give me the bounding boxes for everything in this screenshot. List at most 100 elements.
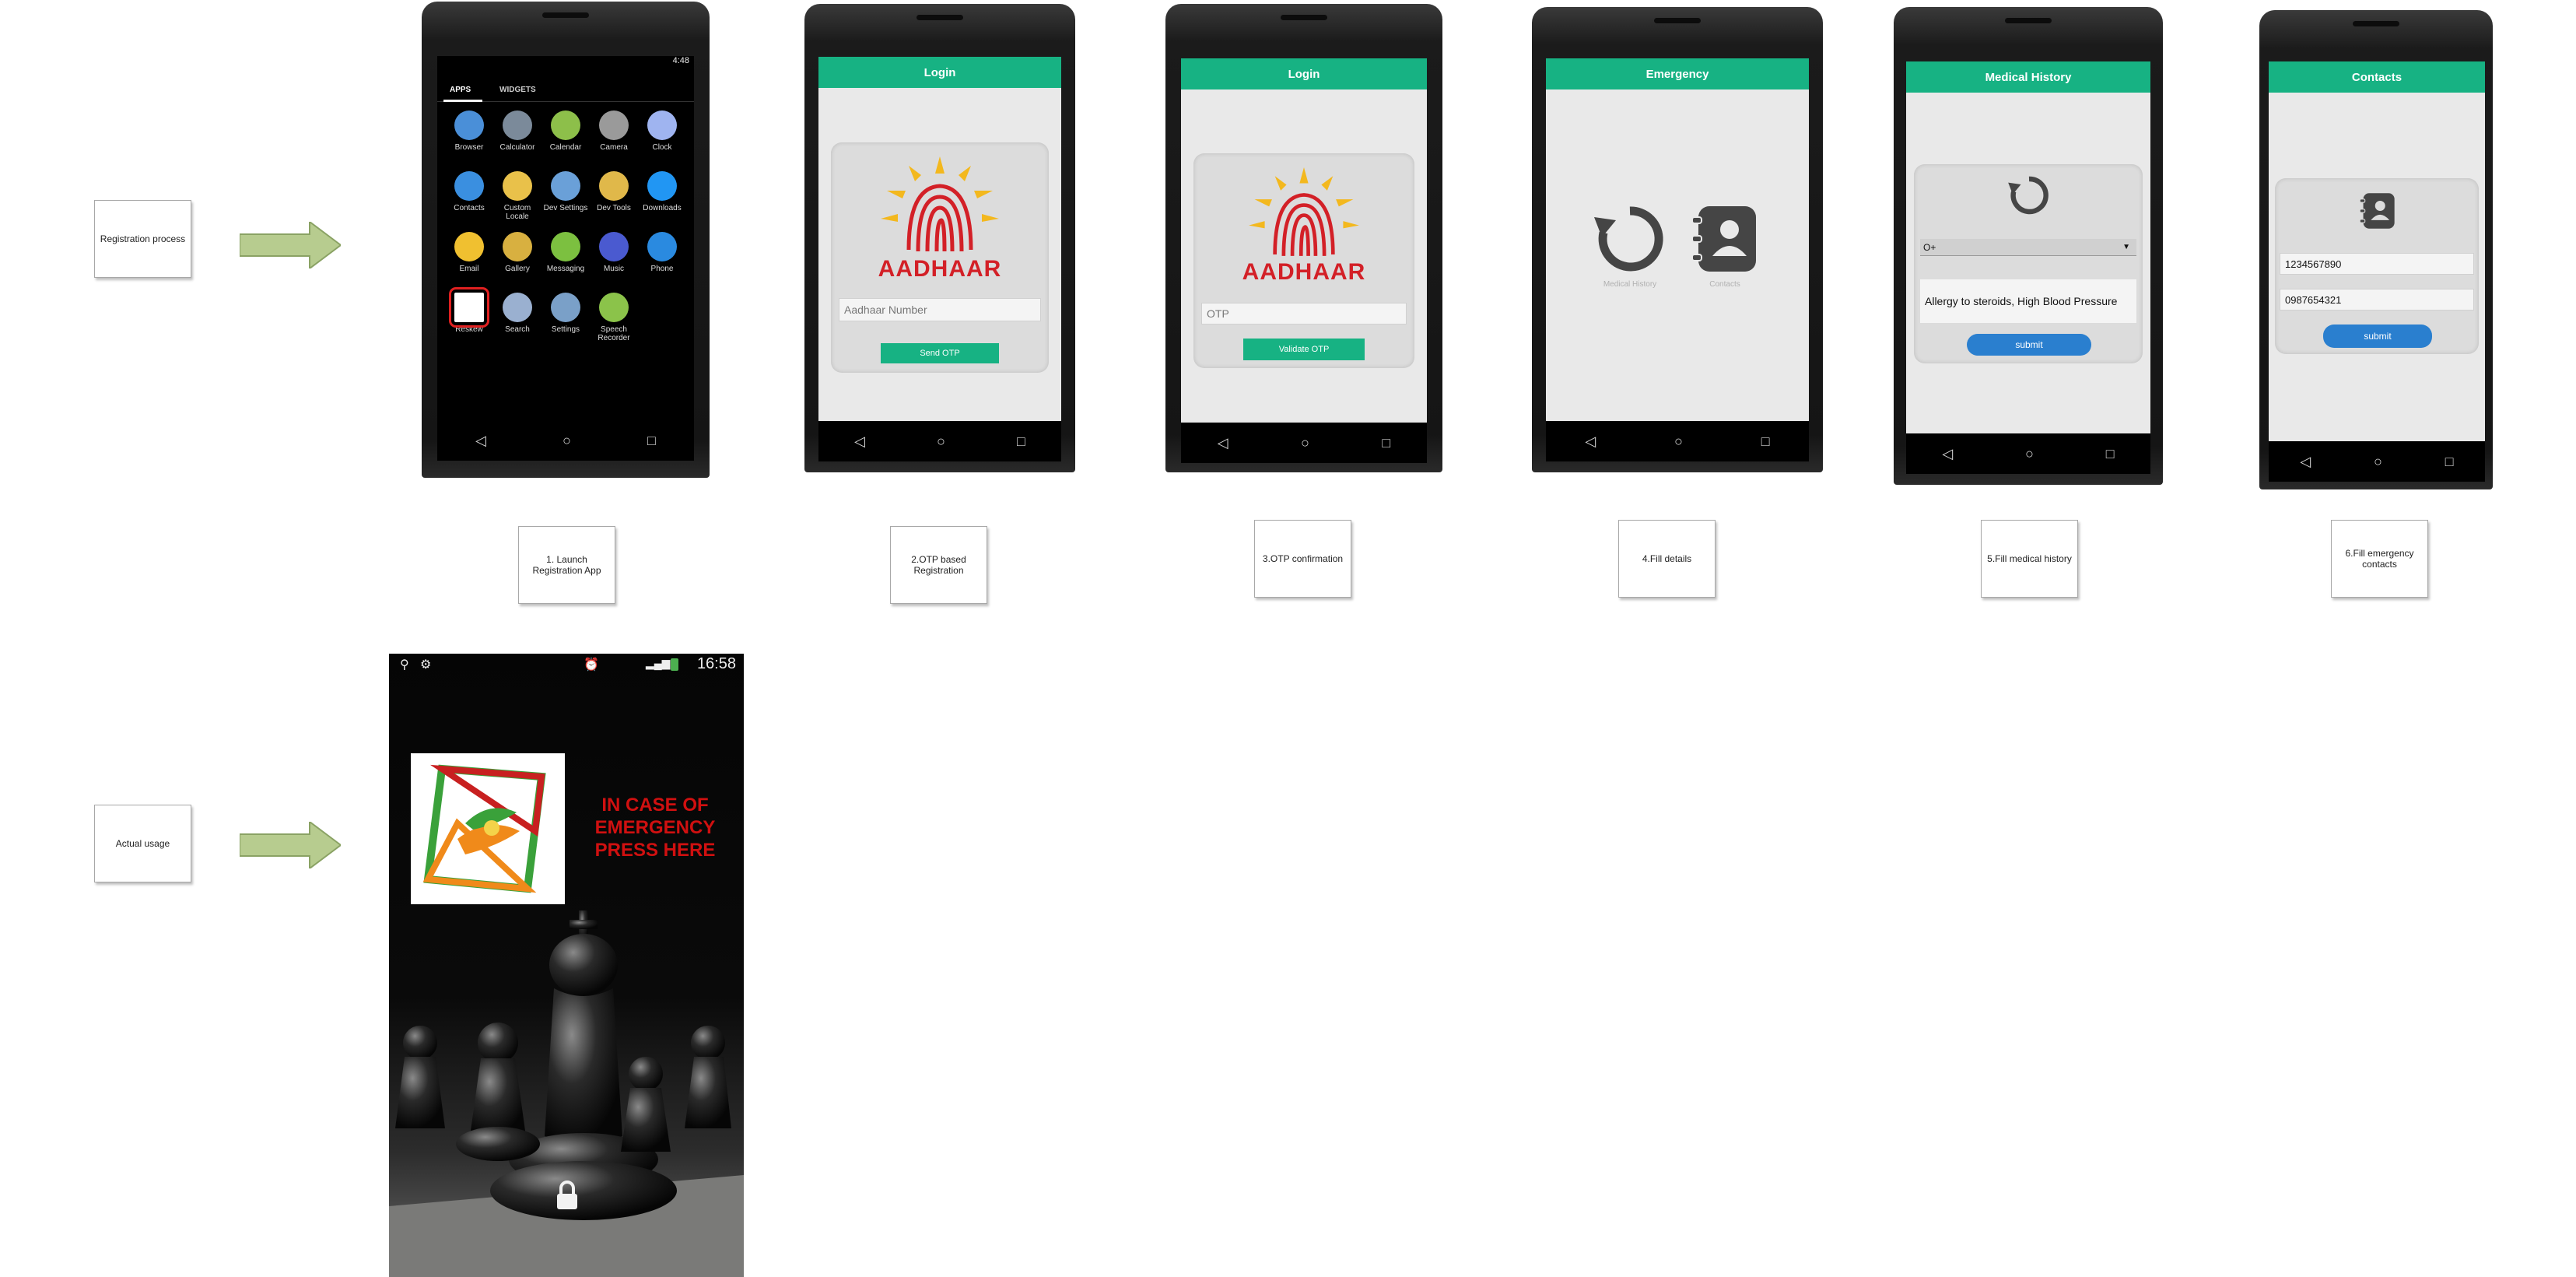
validate-otp-button[interactable]: Validate OTP [1243,339,1365,360]
phone-contacts: Contacts 1234567890 0987654321 submit ◁ ○… [2259,10,2493,489]
email-icon [454,232,484,261]
aadhaar-number-input[interactable]: Aadhaar Number [839,298,1041,321]
medical-submit-button[interactable]: submit [1967,334,2091,356]
nav-bar: ◁ ○ □ [818,421,1061,461]
alarm-icon: ⏰ [584,658,599,672]
app-reskew[interactable]: Reskew [445,287,493,334]
contacts-submit-button[interactable]: submit [2323,325,2432,348]
custom-locale-icon [503,171,532,201]
reskew-icon [449,287,489,328]
conditions-field[interactable]: Allergy to steroids, High Blood Pressure [1920,279,2136,323]
lock-icon[interactable] [556,1180,579,1211]
registration-process-label: Registration process [94,200,191,278]
contacts-title: Contacts [2269,61,2485,93]
lockscreen: ⚲ ⚙ ⏰ ▂▄▆ 16:58 IN CASE OF EMERGENCY PRE… [389,654,744,1277]
speaker [916,15,963,20]
medical-history-caption: Medical History [1603,280,1657,289]
app-gallery[interactable]: Gallery [493,232,541,273]
home-icon[interactable]: ○ [563,433,571,449]
contact1-field[interactable]: 1234567890 [2280,253,2474,275]
back-icon[interactable]: ◁ [2300,454,2311,470]
app-email[interactable]: Email [445,232,493,273]
medical-history-option[interactable]: Medical History [1591,203,1669,289]
app-music[interactable]: Music [590,232,638,273]
step-4-label: 4.Fill details [1618,520,1716,598]
back-icon[interactable]: ◁ [1218,435,1228,451]
recents-icon[interactable]: □ [647,433,656,449]
recents-icon[interactable]: □ [2106,446,2115,462]
app-label: Camera [600,143,628,152]
home-icon[interactable]: ○ [2025,446,2034,462]
app-browser[interactable]: Browser [445,111,493,152]
home-icon[interactable]: ○ [937,433,945,450]
recents-icon[interactable]: □ [2445,454,2454,470]
emergency-title: Emergency [1546,58,1809,89]
contacts-screen: Contacts 1234567890 0987654321 submit ◁ ○… [2269,61,2485,482]
app-label: Dev Tools [597,204,631,212]
back-icon[interactable]: ◁ [1942,446,1953,462]
blood-group-select[interactable]: O+ ▼ [1920,239,2136,256]
app-speech-recorder[interactable]: Speech Recorder [590,293,638,342]
recents-icon[interactable]: □ [1761,433,1770,450]
login-card: AADHAAR Aadhaar Number Send OTP [831,142,1049,373]
app-label: Music [603,265,625,273]
home-icon[interactable]: ○ [1301,435,1309,451]
chevron-down-icon: ▼ [2122,243,2130,251]
phone-login: Login AADHAAR Aadhaar Number Send OTP ◁ ○… [804,4,1075,472]
home-icon[interactable]: ○ [2374,454,2382,470]
app-label: Browser [454,143,484,152]
emergency-screen: Emergency Medical History Contacts ◁ ○ □ [1546,58,1809,461]
app-calculator[interactable]: Calculator [493,111,541,152]
home-icon[interactable]: ○ [1674,433,1683,450]
tab-widgets[interactable]: WIDGETS [499,86,536,94]
contact2-field[interactable]: 0987654321 [2280,289,2474,310]
contacts-option[interactable]: Contacts [1686,203,1764,289]
app-search[interactable]: Search [493,293,541,334]
app-label: Downloads [643,204,682,212]
usb-icon: ⚲ [400,658,409,672]
app-dev-tools[interactable]: Dev Tools [590,171,638,212]
search-icon [503,293,532,322]
messaging-icon [551,232,580,261]
medical-history-screen: Medical History O+ ▼ Allergy to steroids… [1906,61,2150,474]
recents-icon[interactable]: □ [1017,433,1025,450]
phone-app-drawer: 4:48 APPS WIDGETS Browser Calculator Calen… [422,2,710,478]
medical-history-card: O+ ▼ Allergy to steroids, High Blood Pre… [1914,164,2143,363]
app-phone[interactable]: Phone [638,232,686,273]
back-icon[interactable]: ◁ [854,433,865,450]
app-camera[interactable]: Camera [590,111,638,152]
blood-group-value: O+ [1923,241,1936,253]
emergency-press-text[interactable]: IN CASE OF EMERGENCY PRESS HERE [577,794,733,861]
app-contacts[interactable]: Contacts [445,171,493,212]
music-icon [599,232,629,261]
app-label: Settings [551,325,580,334]
app-messaging[interactable]: Messaging [541,232,590,273]
login-title: Login [818,57,1061,88]
back-icon[interactable]: ◁ [1585,433,1596,450]
send-otp-button[interactable]: Send OTP [881,343,999,363]
downloads-icon [647,171,677,201]
back-icon[interactable]: ◁ [475,433,486,449]
nav-bar: ◁ ○ □ [1546,421,1809,461]
tab-apps[interactable]: APPS [450,86,471,94]
recents-icon[interactable]: □ [1382,435,1390,451]
otp-input[interactable]: OTP [1201,303,1407,325]
app-settings[interactable]: Settings [541,293,590,334]
settings-icon [551,293,580,322]
lockscreen-status-bar: ⚲ ⚙ ⏰ ▂▄▆ 16:58 [389,654,744,677]
step-6-label: 6.Fill emergency contacts [2331,520,2428,598]
app-dev-settings[interactable]: Dev Settings [541,171,590,212]
app-downloads[interactable]: Downloads [638,171,686,212]
aadhaar-logo-text: AADHAAR [878,256,1002,282]
registration-arrow [240,222,341,268]
gallery-icon [503,232,532,261]
app-label: Search [505,325,530,334]
calculator-icon [503,111,532,140]
app-calendar[interactable]: Calendar [541,111,590,152]
contacts-book-icon [2359,193,2395,229]
app-label: Clock [652,143,672,152]
dev-tools-icon [599,171,629,201]
app-custom-locale[interactable]: Custom Locale [493,171,541,221]
app-clock[interactable]: Clock [638,111,686,152]
phone-emergency: Emergency Medical History Contacts ◁ ○ □ [1532,7,1823,472]
